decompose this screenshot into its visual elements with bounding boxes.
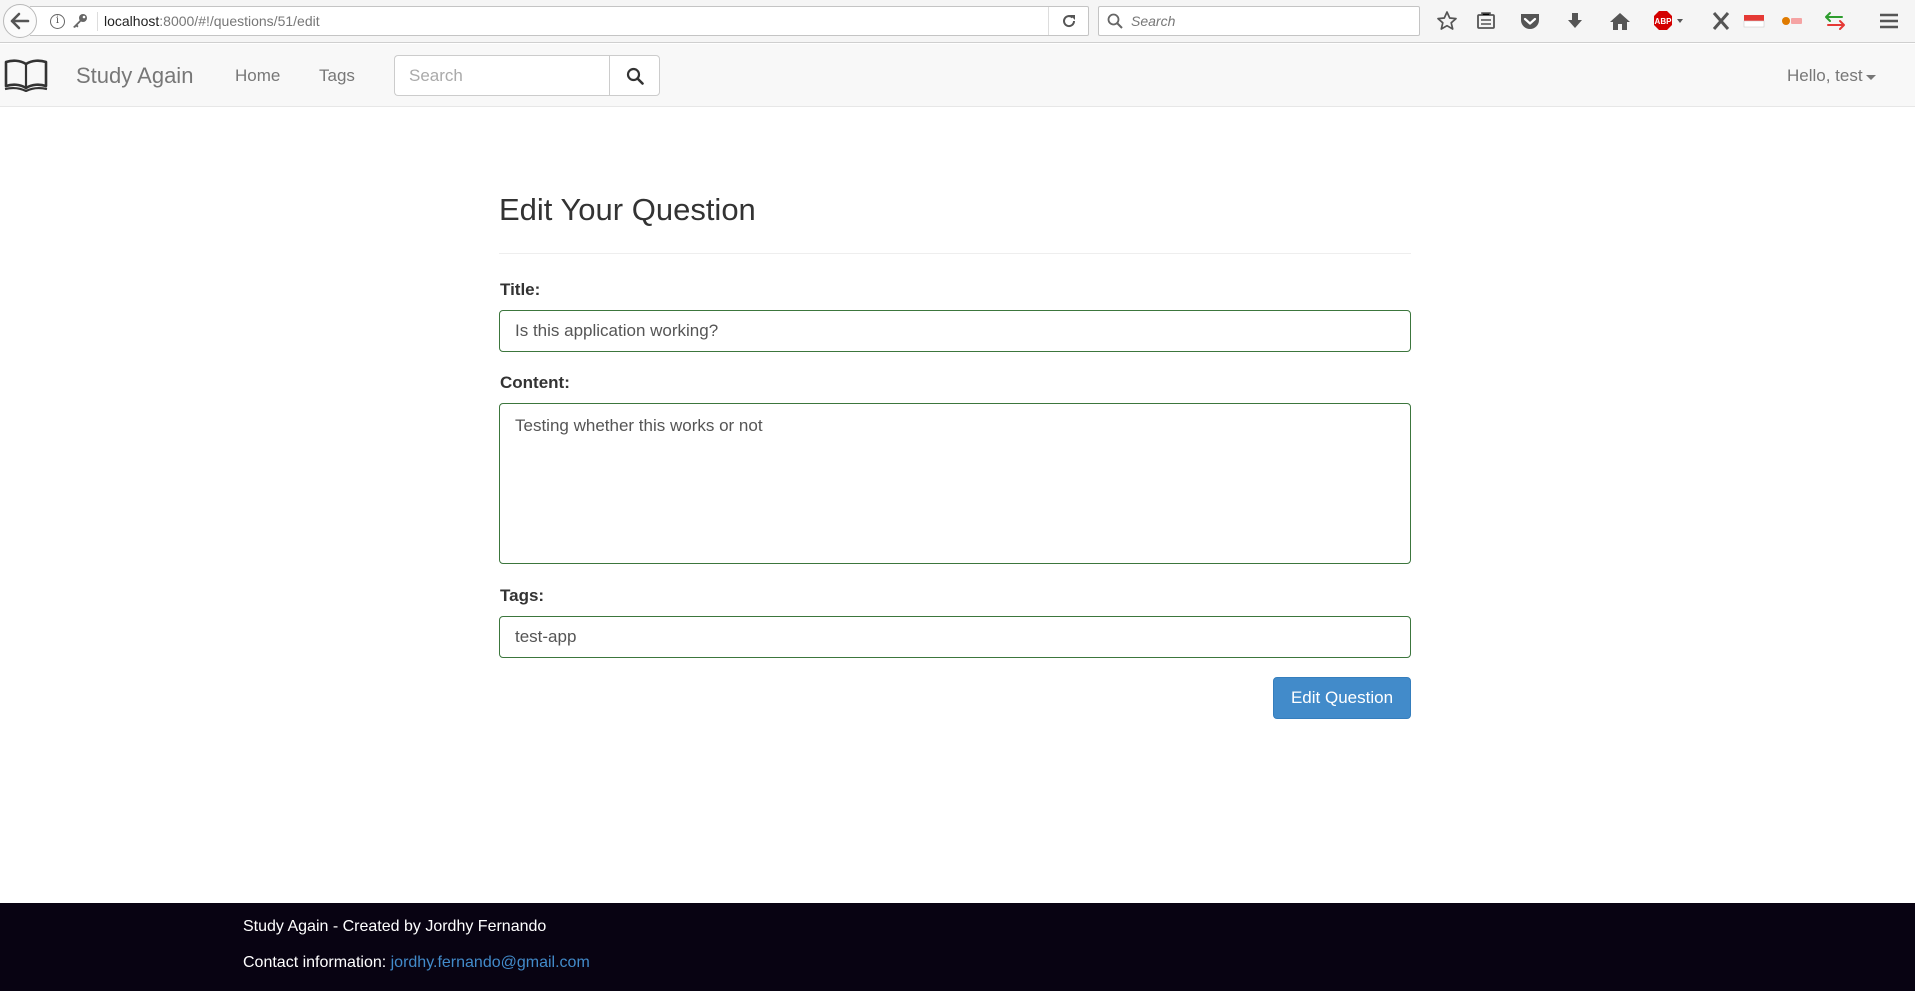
x-extension-icon[interactable]	[1708, 9, 1734, 33]
url-path: :8000/#!/questions/51/edit	[159, 13, 320, 29]
flag-extension-icon[interactable]	[1741, 9, 1767, 33]
user-greeting: Hello, test	[1787, 66, 1863, 85]
browser-search-box[interactable]: Search	[1098, 6, 1420, 36]
footer-credit: Study Again - Created by Jordhy Fernando	[243, 918, 547, 935]
url-host: localhost	[104, 13, 160, 29]
swap-arrows-icon[interactable]	[1822, 9, 1848, 33]
browser-toolbar: i localhost:8000/#!/questions/51/edit Se…	[0, 0, 1915, 43]
url-separator	[97, 12, 98, 31]
download-icon[interactable]	[1562, 9, 1588, 33]
reload-icon[interactable]	[1048, 7, 1088, 35]
navbar-search-input[interactable]	[394, 55, 610, 96]
footer: Study Again - Created by Jordhy Fernando…	[0, 903, 1915, 991]
key-icon[interactable]	[70, 13, 88, 34]
content-label: Content:	[500, 373, 570, 392]
nav-tags-link[interactable]: Tags	[319, 66, 355, 86]
adblock-label: ABP	[1655, 17, 1673, 26]
book-logo-icon[interactable]	[4, 58, 48, 97]
edit-question-button[interactable]: Edit Question	[1273, 677, 1411, 719]
info-icon[interactable]: i	[50, 14, 65, 29]
extension-icon[interactable]	[1779, 9, 1805, 33]
bookmark-star-icon[interactable]	[1434, 9, 1460, 33]
title-label: Title:	[500, 280, 541, 299]
browser-search-placeholder: Search	[1131, 13, 1176, 29]
contact-label: Contact information:	[243, 954, 391, 971]
title-input[interactable]	[499, 310, 1411, 352]
brand-name[interactable]: Study Again	[76, 63, 193, 89]
url-bar[interactable]: i localhost:8000/#!/questions/51/edit	[30, 6, 1089, 36]
user-menu-dropdown[interactable]: Hello, test	[1787, 66, 1876, 86]
app-navbar: Study Again Home Tags Hello, test	[0, 44, 1915, 107]
footer-contact: Contact information: jordhy.fernando@gma…	[243, 954, 590, 972]
caret-down-icon	[1865, 74, 1876, 80]
tags-input[interactable]	[499, 616, 1411, 658]
navbar-search-button[interactable]	[609, 55, 660, 96]
hamburger-menu-icon[interactable]	[1876, 9, 1902, 33]
title-divider	[499, 253, 1411, 254]
search-icon	[626, 67, 644, 85]
tags-label: Tags:	[500, 586, 545, 605]
reading-list-icon[interactable]	[1473, 9, 1499, 33]
content-textarea[interactable]: Testing whether this works or not	[499, 403, 1411, 564]
contact-email-link[interactable]: jordhy.fernando@gmail.com	[391, 954, 590, 971]
back-button[interactable]	[3, 4, 37, 38]
adblock-icon[interactable]: ABP	[1652, 9, 1688, 33]
back-arrow-icon	[10, 12, 30, 30]
pocket-icon[interactable]	[1517, 9, 1543, 33]
page-title: Edit Your Question	[499, 192, 756, 227]
nav-home-link[interactable]: Home	[235, 66, 280, 86]
url-text[interactable]: localhost:8000/#!/questions/51/edit	[104, 13, 320, 29]
home-icon[interactable]	[1607, 9, 1633, 33]
search-icon	[1107, 13, 1123, 34]
